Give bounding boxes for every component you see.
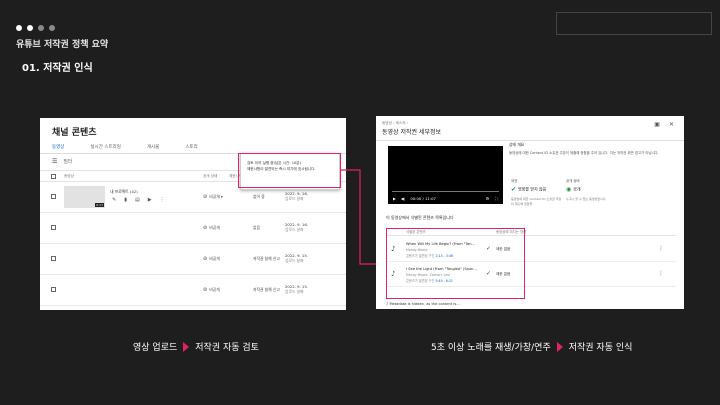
- meta-text: Metadata is hidden, as the content is...: [389, 302, 460, 306]
- status1-label: 제표: [511, 179, 518, 183]
- video-player[interactable]: ▶ ◀) 00:00 / 11:07 ⚙ ⛶: [388, 146, 503, 204]
- status1-value: 영향을 받지 않음: [518, 186, 547, 192]
- status-visibility: 공개 상태 ◉ 공개 누구나 볼 수 있는 동영상입니다: [566, 178, 621, 202]
- status-restriction: 제표 ✔ 영향을 받지 않음 동영상에 대한 Content ID 소유권 주장이…: [511, 178, 563, 206]
- player-controls: ▶ ◀) 00:00 / 11:07: [393, 196, 436, 201]
- volume-icon[interactable]: ◀): [401, 196, 405, 201]
- status-overview: 상태 개요 동영상에 대한 Content ID 소유권 주장이 제출해 정합을…: [509, 142, 679, 156]
- caption-right: 5초 이상 노래를 재생/가창/연주 저작권 자동 인식: [431, 340, 632, 353]
- feedback-icon[interactable]: ▣: [654, 121, 660, 128]
- status1-desc: 동영상에 대한 Content ID 소유권 주장이 제출해 정합을: [511, 197, 562, 206]
- status2-label: 공개 상태: [566, 179, 580, 183]
- player-right-controls: ⚙ ⛶: [486, 196, 498, 201]
- breadcrumb: 동영상 › 제스처 ›: [382, 121, 409, 125]
- progress-bar[interactable]: [392, 190, 499, 192]
- more-icon[interactable]: ⋮: [658, 245, 664, 252]
- info-heading: 상태 개요: [509, 142, 525, 147]
- caption-left-a: 영상 업로드: [133, 343, 178, 353]
- caption-right-b: 저작권 자동 인식: [568, 343, 633, 353]
- check-circle-icon: ✔: [511, 186, 517, 193]
- status2-desc: 누구나 볼 수 있는 동영상입니다: [566, 197, 606, 201]
- identified-content-heading: 이 동영상에서 식별된 콘텐츠 목록입니다: [386, 215, 454, 220]
- arrow-right-icon: [556, 341, 563, 352]
- gear-icon[interactable]: ⚙: [486, 196, 490, 201]
- close-icon[interactable]: ✕: [669, 121, 674, 128]
- header-divider: [376, 140, 684, 141]
- caption-left: 영상 업로드 저작권 자동 검토: [133, 340, 259, 353]
- caption-left-b: 저작권 자동 검토: [195, 343, 259, 353]
- player-time: 00:00 / 11:07: [410, 196, 436, 201]
- info-text: 동영상에 대한 Content ID 소유권 주장이 제출해 정합을 주어 입니…: [509, 151, 659, 155]
- panel-title: 동영상 저작권 세부정보: [382, 129, 442, 136]
- fullscreen-icon[interactable]: ⛶: [495, 196, 498, 201]
- play-icon[interactable]: ▶: [393, 196, 396, 201]
- more-icon[interactable]: ⋮: [658, 270, 664, 277]
- dialog-tools: ▣ ✕: [654, 121, 674, 128]
- eye-icon: ◉: [566, 186, 572, 193]
- highlight-box-right: [386, 228, 525, 299]
- status2-value: 공개: [573, 186, 581, 192]
- metadata-hidden-row: ♪ Metadata is hidden, as the content is.…: [386, 302, 460, 306]
- arrow-right-icon: [183, 341, 190, 352]
- caption-right-a: 5초 이상 노래를 재생/가창/연주: [431, 343, 551, 353]
